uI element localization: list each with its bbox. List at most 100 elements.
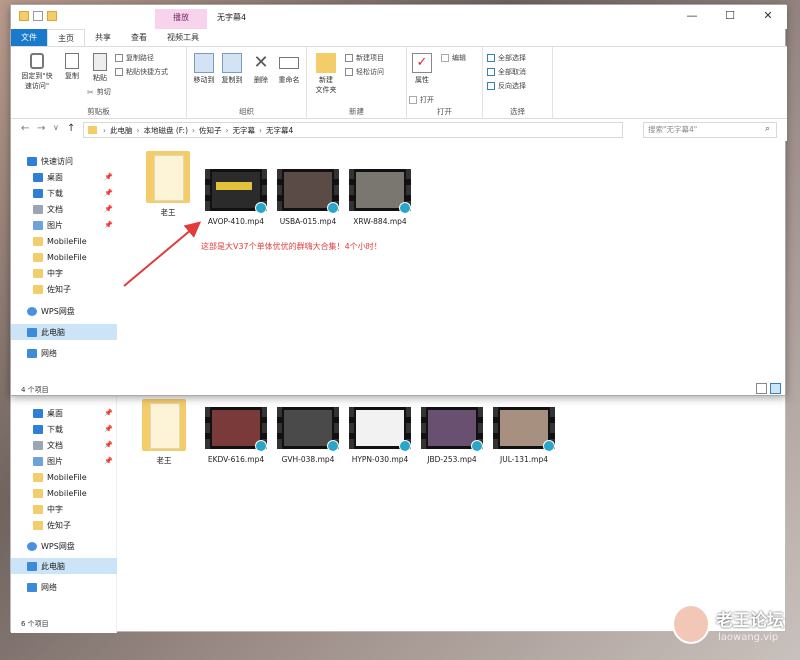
open-group-label: 打开 bbox=[437, 107, 452, 116]
nav-item-zuozhizi[interactable]: 佐知子 bbox=[11, 281, 117, 297]
copy-to-button[interactable]: 复制到 bbox=[219, 53, 245, 85]
video-file-1[interactable]: AVOP-410.mp4 bbox=[203, 169, 269, 226]
folder-icon bbox=[33, 268, 43, 278]
back-nav-item-mobilefile-1[interactable]: MobileFile bbox=[11, 469, 117, 485]
back-nav-item-pictures[interactable]: 图片 📌 bbox=[11, 453, 117, 469]
crumb-drive[interactable]: 本地磁盘 (F:) bbox=[144, 125, 189, 136]
easy-access-button[interactable]: 轻松访问 bbox=[345, 67, 384, 77]
back-nav-item-downloads[interactable]: 下载 📌 bbox=[11, 421, 117, 437]
crumb-wuzimu4[interactable]: 无字幕4 bbox=[266, 125, 293, 136]
large-icons-view-icon[interactable] bbox=[770, 383, 781, 394]
new-folder-icon[interactable] bbox=[47, 11, 57, 21]
tab-home[interactable]: 主页 bbox=[47, 29, 85, 46]
copy-button[interactable]: 复制 bbox=[59, 53, 85, 81]
back-nav-item-documents[interactable]: 文档 📌 bbox=[11, 437, 117, 453]
title-bar[interactable]: 播放 无字幕4 — ☐ ✕ bbox=[11, 5, 787, 29]
search-input[interactable]: 搜索"无字幕4" bbox=[643, 122, 777, 138]
paste-shortcut-button[interactable]: 粘贴快捷方式 bbox=[115, 67, 168, 77]
back-nav-item-wps[interactable]: WPS网盘 bbox=[11, 538, 117, 554]
invert-selection-button[interactable]: 反向选择 bbox=[487, 81, 526, 91]
tab-view[interactable]: 查看 bbox=[121, 29, 157, 46]
edit-button[interactable]: 编辑 bbox=[441, 53, 466, 63]
download-icon bbox=[33, 188, 43, 198]
back-arrow-icon[interactable]: ← bbox=[21, 123, 29, 134]
back-folder-laowang[interactable]: 老王 bbox=[131, 399, 197, 466]
folder-icon bbox=[33, 284, 43, 294]
details-view-icon[interactable] bbox=[756, 383, 767, 394]
pin-icon: 📌 bbox=[104, 189, 113, 197]
tab-share[interactable]: 共享 bbox=[85, 29, 121, 46]
folder-icon bbox=[33, 520, 43, 530]
select-all-button[interactable]: 全部选择 bbox=[487, 53, 526, 63]
back-video-4[interactable]: JBD-253.mp4 bbox=[419, 407, 485, 464]
forward-arrow-icon[interactable]: → bbox=[37, 123, 45, 134]
folder-icon[interactable] bbox=[19, 11, 29, 21]
minimize-button[interactable]: — bbox=[673, 5, 711, 29]
pin-icon: 📌 bbox=[104, 205, 113, 213]
move-to-button[interactable]: 移动到 bbox=[191, 53, 217, 85]
video-file-2[interactable]: USBA-015.mp4 bbox=[275, 169, 341, 226]
nav-item-documents[interactable]: 文档 📌 bbox=[11, 201, 117, 217]
pin-quick-access-button[interactable]: 固定到"快 速访问" bbox=[15, 53, 59, 91]
open-button[interactable]: 打开 bbox=[409, 95, 434, 105]
back-nav-item-zhongzi[interactable]: 中字 bbox=[11, 501, 117, 517]
pin-icon: 📌 bbox=[104, 425, 113, 433]
properties-check-icon[interactable] bbox=[33, 11, 43, 21]
select-none-button[interactable]: 全部取消 bbox=[487, 67, 526, 77]
quick-access-toolbar bbox=[19, 11, 57, 21]
up-arrow-icon[interactable]: ↑ bbox=[67, 123, 75, 134]
address-breadcrumb[interactable]: › 此电脑 › 本地磁盘 (F:) › 佐知子 › 无字幕 › 无字幕4 bbox=[83, 122, 623, 138]
close-button[interactable]: ✕ bbox=[749, 5, 787, 29]
copy-path-button[interactable]: 复制路径 bbox=[115, 53, 154, 63]
properties-button[interactable]: ✓ 属性 bbox=[409, 53, 435, 85]
video-file-3[interactable]: XRW-884.mp4 bbox=[347, 169, 413, 226]
pin-icon bbox=[30, 53, 44, 69]
red-annotation-text: 这部是大V37个单体优优的群嗨大合集！4个小时！ bbox=[201, 242, 382, 251]
forum-watermark: 老王论坛 laowang.vip bbox=[672, 600, 796, 656]
delete-button[interactable]: ✕ 删除 bbox=[249, 53, 273, 85]
new-folder-button[interactable]: 新建 文件夹 bbox=[311, 53, 341, 95]
picture-icon bbox=[33, 220, 43, 230]
back-nav-item-desktop[interactable]: 桌面 📌 bbox=[11, 405, 117, 421]
back-nav-item-network[interactable]: 网络 bbox=[11, 579, 117, 595]
nav-item-pictures[interactable]: 图片 📌 bbox=[11, 217, 117, 233]
nav-quick-access[interactable]: 快速访问 bbox=[11, 153, 117, 169]
nav-item-mobilefile-1[interactable]: MobileFile bbox=[11, 233, 117, 249]
nav-item-network[interactable]: 网络 bbox=[11, 345, 117, 361]
back-video-2[interactable]: GVH-038.mp4 bbox=[275, 407, 341, 464]
crumb-this-pc[interactable]: 此电脑 bbox=[110, 125, 133, 136]
window-title: 无字幕4 bbox=[217, 13, 247, 22]
back-nav-item-mobilefile-2[interactable]: MobileFile bbox=[11, 485, 117, 501]
crumb-wuzimu[interactable]: 无字幕 bbox=[233, 125, 256, 136]
nav-item-wps[interactable]: WPS网盘 bbox=[11, 303, 117, 319]
new-folder-icon bbox=[316, 53, 336, 73]
video-thumbnail bbox=[277, 169, 339, 214]
select-group: 全部选择 全部取消 反向选择 选择 bbox=[483, 47, 553, 119]
cut-button[interactable]: ✂ 剪切 bbox=[87, 87, 111, 97]
rename-button[interactable]: 重命名 bbox=[275, 53, 303, 85]
tab-file[interactable]: 文件 bbox=[11, 29, 47, 46]
folder-laowang[interactable]: 老王 bbox=[135, 151, 201, 218]
network-icon bbox=[27, 348, 37, 358]
new-item-button[interactable]: 新建项目 bbox=[345, 53, 384, 63]
back-video-1[interactable]: EKDV-616.mp4 bbox=[203, 407, 269, 464]
nav-item-mobilefile-2[interactable]: MobileFile bbox=[11, 249, 117, 265]
back-video-5[interactable]: JUL-131.mp4 bbox=[491, 407, 557, 464]
nav-item-zhongzi[interactable]: 中字 bbox=[11, 265, 117, 281]
video-thumbnail bbox=[421, 407, 483, 452]
folder-icon bbox=[33, 488, 43, 498]
tab-video-tools[interactable]: 视频工具 bbox=[157, 29, 209, 46]
status-bar: 4 个项目 bbox=[11, 381, 787, 397]
nav-item-desktop[interactable]: 桌面 📌 bbox=[11, 169, 117, 185]
nav-item-downloads[interactable]: 下载 📌 bbox=[11, 185, 117, 201]
paste-button[interactable]: 粘贴 bbox=[87, 53, 113, 83]
crumb-zuozhizi[interactable]: 佐知子 bbox=[199, 125, 222, 136]
context-tab-play[interactable]: 播放 bbox=[155, 9, 207, 29]
recent-dropdown-icon[interactable]: ∨ bbox=[53, 123, 59, 132]
scissors-icon: ✂ bbox=[87, 88, 94, 97]
back-nav-item-zuozhizi[interactable]: 佐知子 bbox=[11, 517, 117, 533]
back-nav-item-this-pc[interactable]: 此电脑 bbox=[11, 558, 117, 574]
maximize-button[interactable]: ☐ bbox=[711, 5, 749, 29]
back-video-3[interactable]: HYPN-030.mp4 bbox=[347, 407, 413, 464]
nav-item-this-pc[interactable]: 此电脑 bbox=[11, 324, 117, 340]
